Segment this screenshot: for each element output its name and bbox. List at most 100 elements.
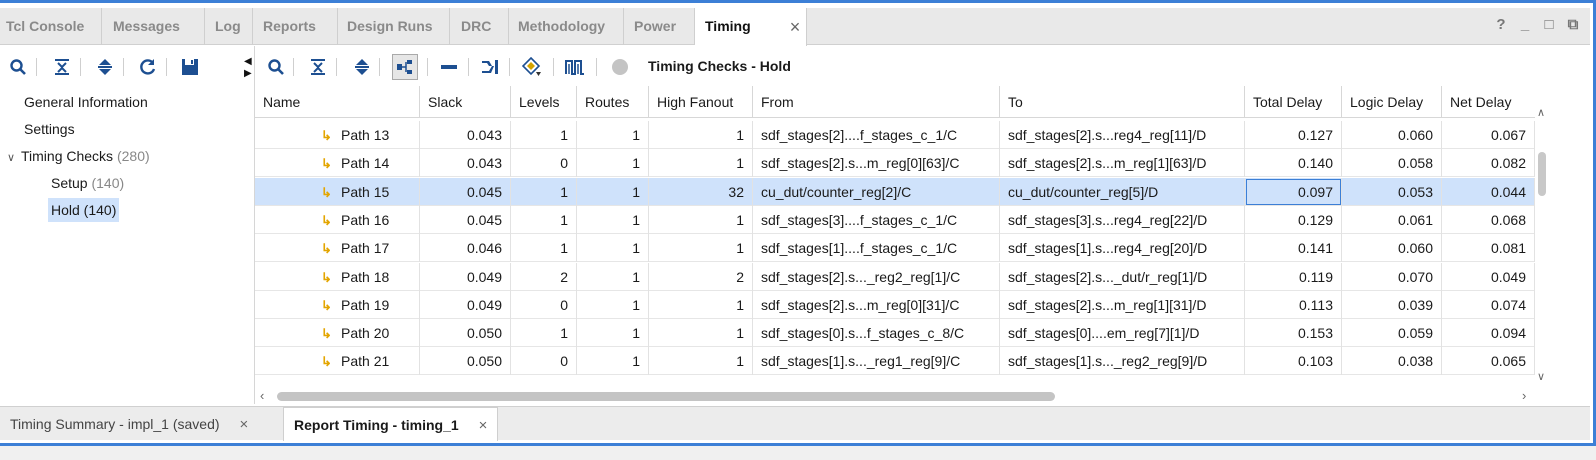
cell-name[interactable]: ↳ Path 20 — [255, 319, 420, 348]
tab-timing-summary[interactable]: Timing Summary - impl_1 (saved) × — [0, 407, 258, 441]
cell-name[interactable]: ↳ Path 14 — [255, 149, 420, 178]
cell-routes[interactable]: 1 — [577, 205, 649, 234]
column-header-slack[interactable]: Slack — [420, 86, 511, 118]
cell-from[interactable]: sdf_stages[1].s..._reg1_reg[9]/C — [753, 347, 1000, 376]
cell-levels[interactable]: 0 — [511, 149, 577, 178]
tab-methodology[interactable]: Methodology — [509, 8, 624, 45]
cell-logic[interactable]: 0.070 — [1342, 262, 1442, 291]
column-header-name[interactable]: Name — [255, 86, 420, 118]
expand-all-icon[interactable] — [351, 56, 373, 78]
cell-slack[interactable]: 0.050 — [420, 347, 511, 376]
column-header-logic-delay[interactable]: Logic Delay — [1342, 86, 1442, 118]
cell-name[interactable]: ↳ Path 13 — [255, 121, 420, 149]
restore-icon[interactable]: ⧉ — [1566, 16, 1580, 38]
help-icon[interactable]: ? — [1494, 16, 1508, 38]
tab-power[interactable]: Power — [624, 8, 695, 45]
column-header-from[interactable]: From — [753, 86, 1000, 118]
maximize-icon[interactable]: □ — [1542, 16, 1556, 38]
cell-levels[interactable]: 1 — [511, 121, 577, 149]
close-icon[interactable]: × — [240, 416, 249, 433]
cell-logic[interactable]: 0.058 — [1342, 149, 1442, 178]
cell-net[interactable]: 0.094 — [1442, 319, 1535, 348]
minimize-icon[interactable]: _ — [1518, 16, 1532, 38]
cell-routes[interactable]: 1 — [577, 177, 649, 206]
cell-fanout[interactable]: 1 — [649, 121, 753, 149]
collapse-all-icon[interactable] — [307, 56, 329, 78]
cell-to[interactable]: sdf_stages[2].s...m_reg[1][31]/D — [1000, 290, 1245, 319]
tab-log[interactable]: Log — [205, 8, 253, 45]
cell-total[interactable]: 0.129 — [1245, 205, 1342, 234]
cell-levels[interactable]: 0 — [511, 290, 577, 319]
cell-net[interactable]: 0.065 — [1442, 347, 1535, 376]
column-header-levels[interactable]: Levels — [511, 86, 577, 118]
minus-icon[interactable] — [438, 56, 460, 78]
search-icon[interactable] — [7, 56, 29, 78]
cell-slack[interactable]: 0.043 — [420, 121, 511, 149]
cell-levels[interactable]: 1 — [511, 205, 577, 234]
table-row[interactable]: ↳ Path 21 0.050 0 1 1 sdf_stages[1].s..._reg1_… — [255, 347, 1535, 376]
cell-levels[interactable]: 2 — [511, 262, 577, 291]
table-row[interactable]: ↳ Path 18 0.049 2 1 2 sdf_stages[2].s..._reg2_… — [255, 262, 1535, 291]
cell-total[interactable]: 0.103 — [1245, 347, 1342, 376]
cell-fanout[interactable]: 1 — [649, 319, 753, 348]
cell-from[interactable]: sdf_stages[1]....f_stages_c_1/C — [753, 234, 1000, 263]
cell-to[interactable]: sdf_stages[2].s...m_reg[1][63]/D — [1000, 149, 1245, 178]
cell-name[interactable]: ↳ Path 17 — [255, 234, 420, 263]
cell-name[interactable]: ↳ Path 15 — [255, 177, 420, 206]
cell-logic[interactable]: 0.039 — [1342, 290, 1442, 319]
cell-from[interactable]: sdf_stages[3]....f_stages_c_1/C — [753, 205, 1000, 234]
cell-levels[interactable]: 0 — [511, 347, 577, 376]
tab-drc[interactable]: DRC — [450, 8, 509, 45]
scroll-left-icon[interactable]: ‹ — [260, 388, 264, 403]
cell-logic[interactable]: 0.061 — [1342, 205, 1442, 234]
close-icon[interactable]: × — [479, 417, 488, 434]
cell-routes[interactable]: 1 — [577, 290, 649, 319]
cell-net[interactable]: 0.067 — [1442, 121, 1535, 149]
collapse-all-icon[interactable] — [51, 56, 73, 78]
cell-fanout[interactable]: 1 — [649, 234, 753, 263]
cell-slack[interactable]: 0.050 — [420, 319, 511, 348]
cell-name[interactable]: ↳ Path 18 — [255, 262, 420, 291]
cell-name[interactable]: ↳ Path 16 — [255, 205, 420, 234]
cell-total[interactable]: 0.113 — [1245, 290, 1342, 319]
column-header-routes[interactable]: Routes — [577, 86, 649, 118]
cell-net[interactable]: 0.044 — [1442, 177, 1535, 206]
cell-logic[interactable]: 0.060 — [1342, 234, 1442, 263]
splitter-arrows-icon[interactable]: ◀ ▶ — [244, 56, 252, 80]
table-row[interactable]: ↳ Path 16 0.045 1 1 1 sdf_stages[3]....f_stage… — [255, 205, 1535, 234]
tree-item-hold[interactable]: Hold (140) — [48, 198, 120, 222]
cell-levels[interactable]: 1 — [511, 177, 577, 206]
column-header-net-delay[interactable]: Net Delay — [1442, 86, 1535, 118]
group-by-icon[interactable] — [392, 54, 418, 80]
tree-item-setup[interactable]: Setup (140) — [51, 171, 124, 195]
cell-routes[interactable]: 1 — [577, 262, 649, 291]
cell-name[interactable]: ↳ Path 19 — [255, 290, 420, 319]
column-header-total-delay[interactable]: Total Delay — [1245, 86, 1342, 118]
cell-slack[interactable]: 0.046 — [420, 234, 511, 263]
tab-messages[interactable]: Messages — [102, 8, 205, 45]
cell-fanout[interactable]: 32 — [649, 177, 753, 206]
cell-total[interactable]: 0.153 — [1245, 319, 1342, 348]
cell-levels[interactable]: 1 — [511, 319, 577, 348]
table-row[interactable]: ↳ Path 14 0.043 0 1 1 sdf_stages[2].s...m_reg[… — [255, 149, 1535, 178]
cell-to[interactable]: sdf_stages[3].s...reg4_reg[22]/D — [1000, 205, 1245, 234]
cell-fanout[interactable]: 2 — [649, 262, 753, 291]
cell-net[interactable]: 0.082 — [1442, 149, 1535, 178]
refresh-icon[interactable] — [137, 56, 159, 78]
vertical-scrollbar[interactable]: ∧ ∨ — [1535, 107, 1549, 383]
column-header-high-fanout[interactable]: High Fanout — [649, 86, 753, 118]
horizontal-scroll-thumb[interactable] — [277, 392, 1055, 401]
cell-from[interactable]: sdf_stages[2].s...m_reg[0][63]/C — [753, 149, 1000, 178]
cell-to[interactable]: cu_dut/counter_reg[5]/D — [1000, 177, 1245, 206]
cell-total[interactable]: 0.097 — [1245, 177, 1342, 206]
path-report-icon[interactable] — [479, 56, 501, 78]
cell-levels[interactable]: 1 — [511, 234, 577, 263]
cell-name[interactable]: ↳ Path 21 — [255, 347, 420, 376]
table-row[interactable]: ↳ Path 13 0.043 1 1 1 sdf_stages[2]....f_stage… — [255, 121, 1535, 149]
cell-to[interactable]: sdf_stages[1].s...reg4_reg[20]/D — [1000, 234, 1245, 263]
vertical-scroll-thumb[interactable] — [1538, 152, 1546, 196]
cell-to[interactable]: sdf_stages[2].s...reg4_reg[11]/D — [1000, 121, 1245, 149]
waveform-icon[interactable] — [564, 56, 586, 78]
cell-slack[interactable]: 0.049 — [420, 262, 511, 291]
cell-routes[interactable]: 1 — [577, 234, 649, 263]
